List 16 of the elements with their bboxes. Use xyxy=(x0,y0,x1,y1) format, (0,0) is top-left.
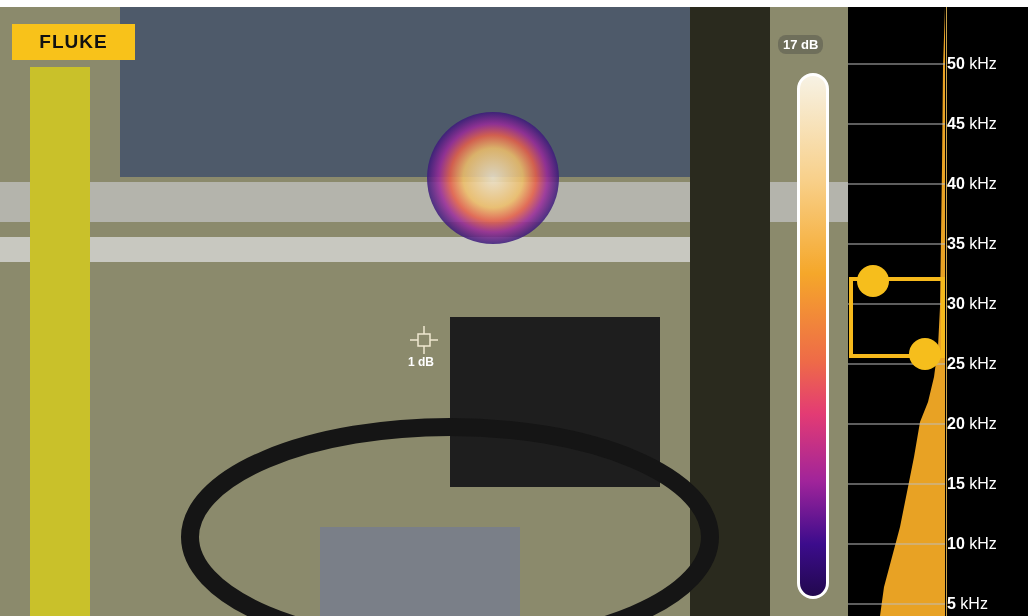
frequency-label: 15 kHz xyxy=(947,474,998,494)
frequency-label: 50 kHz xyxy=(947,54,998,74)
frequency-label: 30 kHz xyxy=(947,294,998,314)
scale-max-label: 17 dB xyxy=(778,35,824,54)
frequency-label: 20 kHz xyxy=(947,414,998,434)
frequency-label: 25 kHz xyxy=(947,354,998,374)
frequency-label: 35 kHz xyxy=(947,234,998,254)
band-handle[interactable] xyxy=(857,265,889,298)
band-handle[interactable] xyxy=(909,338,941,371)
frequency-label: 10 kHz xyxy=(947,534,998,554)
frequency-label: 5 kHz xyxy=(947,594,989,614)
crosshair-icon xyxy=(409,325,439,355)
frequency-label: 40 kHz xyxy=(947,174,998,194)
marker-reading: 1 dB xyxy=(408,355,434,369)
brand-logo: FLUKE xyxy=(12,24,135,60)
frequency-label: 45 kHz xyxy=(947,114,998,134)
